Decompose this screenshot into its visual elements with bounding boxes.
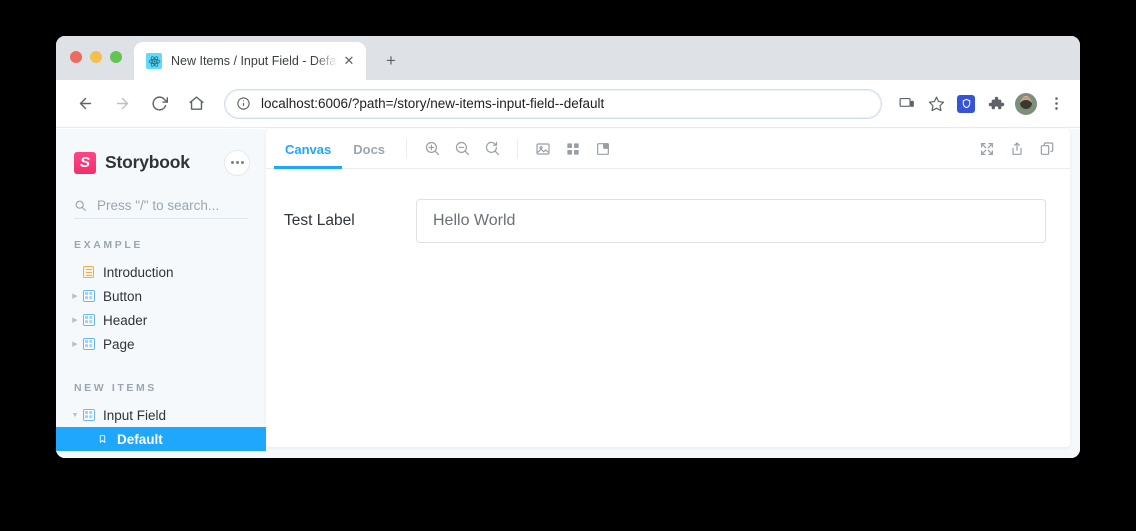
shield-extension-icon[interactable] [952,90,980,118]
fullscreen-icon[interactable] [972,129,1002,169]
forward-button [107,89,137,119]
storybook-story-tree: EXAMPLE Introduction ▶ Button ▶ Header ▶… [56,239,266,451]
story-canvas: Test Label Hello World [266,169,1070,447]
chevron-right-icon[interactable]: ▶ [70,341,80,348]
sidebar-item-label: Default [117,431,163,447]
cast-icon[interactable] [892,90,920,118]
home-button[interactable] [181,89,211,119]
component-icon [82,409,95,422]
sidebar-item-button[interactable]: ▶ Button [56,284,266,308]
bookmark-star-icon[interactable] [922,90,950,118]
browser-tab-strip: New Items / Input Field - Defau ✕ + [56,36,1080,80]
input-field-story: Test Label Hello World [280,199,1046,243]
reload-button[interactable] [144,89,174,119]
chevron-right-icon[interactable]: ▶ [70,293,80,300]
maximize-window-button[interactable] [110,51,122,63]
storybook-sidebar: S Storybook Press "/" to search... EXAMP… [56,129,266,458]
browser-tab[interactable]: New Items / Input Field - Defau ✕ [134,42,366,80]
profile-avatar[interactable] [1012,90,1040,118]
zoom-tools [417,129,507,168]
section-title-example: EXAMPLE [74,239,143,251]
input-field-label: Test Label [284,212,355,229]
sidebar-more-options-button[interactable] [224,149,250,176]
search-input[interactable]: Press "/" to search... [74,193,248,219]
sidebar-item-default[interactable]: Default [56,427,266,451]
toolbar-divider [406,139,408,158]
chevron-down-icon[interactable]: ▼ [70,412,80,419]
sidebar-item-header[interactable]: ▶ Header [56,308,266,332]
browser-window: New Items / Input Field - Defau ✕ + loca… [56,36,1080,458]
sidebar-item-label: Button [103,288,143,304]
browser-toolbar: localhost:6006/?path=/story/new-items-in… [56,80,1080,128]
url-text: localhost:6006/?path=/story/new-items-in… [261,96,605,111]
measure-icon[interactable] [588,129,618,169]
document-icon [82,266,95,279]
addon-tools [528,129,618,168]
sidebar-item-label: Header [103,312,148,328]
sidebar-item-label: Page [103,336,135,352]
toolbar-divider [517,139,519,158]
component-icon [82,338,95,351]
tab-docs[interactable]: Docs [342,130,396,168]
window-traffic-lights [70,51,122,63]
new-tab-button[interactable]: + [378,48,404,74]
section-title-new-items: NEW ITEMS [74,382,157,394]
grid-icon[interactable] [558,129,588,169]
sidebar-item-label: Introduction [103,264,174,280]
browser-tab-title: New Items / Input Field - Defau [171,54,338,68]
react-icon [146,53,162,69]
zoom-reset-icon[interactable] [477,129,507,169]
canvas-toolbar: Canvas Docs [266,129,1070,169]
story-bookmark-icon [96,433,109,446]
open-in-new-tab-icon[interactable] [1002,129,1032,169]
search-placeholder: Press "/" to search... [97,198,220,213]
storybook-main: Canvas Docs Test Label Hello World [266,129,1080,458]
sidebar-item-page[interactable]: ▶ Page [56,332,266,356]
search-icon [74,199,88,213]
sidebar-item-input-field[interactable]: ▼ Input Field [56,403,266,427]
storybook-logo-icon: S [74,151,96,174]
canvas-right-tools [972,129,1062,168]
input-field-input[interactable]: Hello World [416,199,1046,243]
site-info-icon[interactable] [236,96,252,112]
zoom-out-icon[interactable] [447,129,477,169]
chevron-right-icon[interactable]: ▶ [70,317,80,324]
zoom-in-icon[interactable] [417,129,447,169]
back-button[interactable] [70,89,100,119]
component-icon [82,314,95,327]
minimize-window-button[interactable] [90,51,102,63]
close-tab-button[interactable]: ✕ [340,52,358,70]
canvas-panel: Canvas Docs Test Label Hello World [266,129,1070,447]
browser-menu-icon[interactable] [1042,90,1070,118]
sidebar-item-label: Input Field [103,407,167,423]
close-window-button[interactable] [70,51,82,63]
backgrounds-icon[interactable] [528,129,558,169]
storybook-app: S Storybook Press "/" to search... EXAMP… [56,129,1080,458]
sidebar-item-introduction[interactable]: Introduction [56,260,266,284]
extensions-puzzle-icon[interactable] [982,90,1010,118]
copy-canvas-link-icon[interactable] [1032,129,1062,169]
tab-canvas[interactable]: Canvas [274,130,343,169]
storybook-brand[interactable]: S Storybook [56,129,266,179]
component-icon [82,290,95,303]
address-bar[interactable]: localhost:6006/?path=/story/new-items-in… [224,88,882,119]
storybook-brand-name: Storybook [105,152,190,172]
